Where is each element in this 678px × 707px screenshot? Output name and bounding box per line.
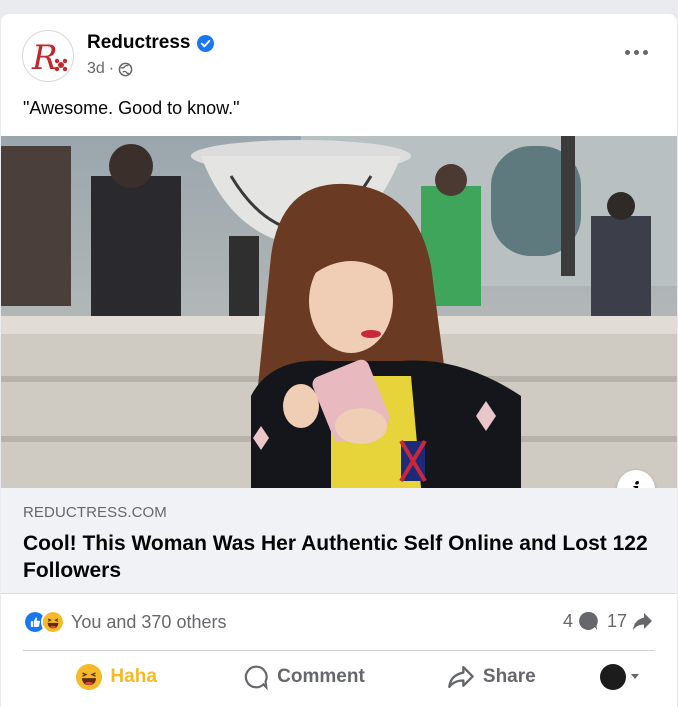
post-meta: 3d · (87, 60, 133, 78)
chevron-down-icon (630, 674, 639, 679)
more-options-icon[interactable] (621, 40, 651, 64)
shares-count[interactable]: 17 (607, 610, 653, 632)
page-name[interactable]: Reductress (87, 32, 214, 54)
share-icon (448, 665, 474, 689)
reactions-summary[interactable]: You and 370 others (23, 610, 226, 634)
globe-icon (118, 62, 133, 76)
user-avatar (599, 664, 626, 690)
page-avatar[interactable]: R (22, 30, 74, 82)
action-bar: Haha Comment Share (23, 654, 655, 700)
dot (633, 49, 639, 55)
reaction-icons (23, 610, 65, 634)
link-preview-image[interactable] (1, 136, 677, 488)
comments-count-value: 4 (562, 610, 573, 631)
engagement-counts: 4 17 (563, 610, 653, 632)
link-preview[interactable]: REDUCTRESS.COM Cool! This Woman Was Her … (1, 488, 677, 594)
share-label: Share (482, 666, 536, 687)
share-count-icon (633, 613, 652, 630)
reductress-logo-icon: R (31, 38, 68, 78)
comment-button[interactable]: Comment (210, 654, 397, 700)
link-title[interactable]: Cool! This Woman Was Her Authentic Self … (23, 530, 653, 584)
post-caption: "Awesome. Good to know." (23, 98, 240, 118)
comment-count-icon (579, 611, 598, 630)
haha-reaction-icon (76, 664, 103, 690)
reactions-summary-text[interactable]: You and 370 others (71, 612, 226, 633)
reaction-identity-selector[interactable] (585, 664, 655, 690)
meta-separator: · (108, 60, 115, 77)
haha-button[interactable]: Haha (23, 654, 210, 700)
page-name-text[interactable]: Reductress (87, 32, 191, 54)
dot (624, 49, 630, 55)
dot (642, 49, 648, 55)
verified-badge-icon (196, 34, 214, 52)
svg-text:R: R (31, 38, 58, 78)
post-timestamp[interactable]: 3d (87, 60, 105, 78)
haha-reaction-icon (41, 610, 65, 634)
comments-count[interactable]: 4 (563, 610, 599, 632)
comment-label: Comment (277, 666, 365, 687)
post-card: R Reductress 3d · "Awesome. Good to know… (1, 14, 677, 707)
shares-count-value: 17 (606, 610, 627, 631)
share-button[interactable]: Share (398, 654, 585, 700)
link-domain: REDUCTRESS.COM (23, 504, 167, 521)
divider (23, 650, 655, 651)
comment-icon (245, 665, 268, 690)
photo-illustration (1, 136, 677, 488)
post-header: R Reductress 3d · (1, 14, 677, 94)
haha-label: Haha (110, 666, 157, 687)
